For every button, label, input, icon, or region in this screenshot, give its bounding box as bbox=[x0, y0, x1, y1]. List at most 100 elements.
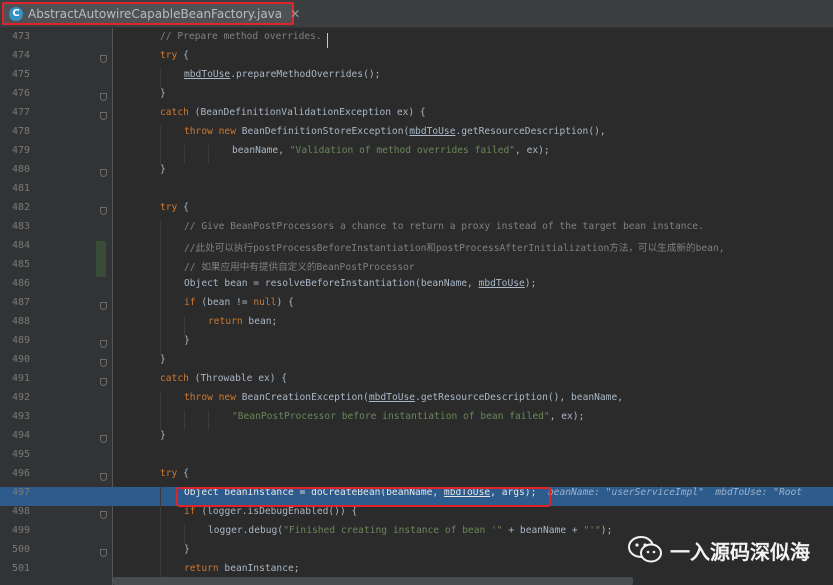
code-text[interactable]: catch (Throwable ex) { bbox=[160, 373, 287, 392]
code-line[interactable]: 480} bbox=[0, 164, 833, 183]
code-text[interactable]: } bbox=[160, 88, 166, 107]
line-number[interactable]: 480 bbox=[0, 164, 30, 183]
file-tab-title: AbstractAutowireCapableBeanFactory.java bbox=[28, 6, 283, 21]
code-text[interactable]: if (logger.isDebugEnabled()) { bbox=[184, 506, 357, 525]
fold-marker-icon[interactable] bbox=[100, 378, 107, 386]
code-line[interactable]: 473 // Prepare method overrides. bbox=[0, 31, 833, 50]
line-number[interactable]: 497 bbox=[0, 487, 30, 506]
line-number[interactable]: 487 bbox=[0, 297, 30, 316]
code-line[interactable]: 494} bbox=[0, 430, 833, 449]
line-number[interactable]: 478 bbox=[0, 126, 30, 145]
code-line[interactable]: 479 beanName, "Validation of method overr… bbox=[0, 145, 833, 164]
code-text[interactable]: throw new BeanCreationException(mbdToUse… bbox=[184, 392, 623, 411]
line-number[interactable]: 479 bbox=[0, 145, 30, 164]
code-text[interactable]: throw new BeanDefinitionStoreException(m… bbox=[184, 126, 606, 145]
line-number[interactable]: 482 bbox=[0, 202, 30, 221]
code-line[interactable]: 484 //此处可以执行postProcessBeforeInstantiatio… bbox=[0, 240, 833, 259]
code-text[interactable]: logger.debug("Finished creating instance… bbox=[208, 525, 612, 544]
line-number[interactable]: 501 bbox=[0, 563, 30, 582]
code-text[interactable]: try { bbox=[160, 202, 189, 221]
line-number[interactable]: 493 bbox=[0, 411, 30, 430]
line-number[interactable]: 486 bbox=[0, 278, 30, 297]
code-line[interactable]: 495 bbox=[0, 449, 833, 468]
line-number[interactable]: 488 bbox=[0, 316, 30, 335]
code-line[interactable]: 492 throw new BeanCreationException(mbdTo… bbox=[0, 392, 833, 411]
fold-marker-icon[interactable] bbox=[100, 55, 107, 63]
code-line[interactable]: 493 "BeanPostProcessor before instantiati… bbox=[0, 411, 833, 430]
file-tab[interactable]: C AbstractAutowireCapableBeanFactory.jav… bbox=[2, 2, 300, 25]
code-line[interactable]: 490} bbox=[0, 354, 833, 373]
code-line[interactable]: 477 catch (BeanDefinitionValidationExcept… bbox=[0, 107, 833, 126]
code-text[interactable]: Object bean = resolveBeforeInstantiation… bbox=[184, 278, 536, 297]
code-line[interactable]: 486 Object bean = resolveBeforeInstantiat… bbox=[0, 278, 833, 297]
line-number[interactable]: 495 bbox=[0, 449, 30, 468]
code-text[interactable]: "BeanPostProcessor before instantiation … bbox=[232, 411, 584, 430]
code-line[interactable]: 483 // Give BeanPostProcessors a chance t… bbox=[0, 221, 833, 240]
code-text[interactable]: } bbox=[184, 544, 190, 563]
line-number[interactable]: 474 bbox=[0, 50, 30, 69]
code-text[interactable]: return bean; bbox=[208, 316, 277, 335]
code-line[interactable]: 487 if (bean != null) { bbox=[0, 297, 833, 316]
fold-marker-icon[interactable] bbox=[100, 511, 107, 519]
line-number[interactable]: 498 bbox=[0, 506, 30, 525]
code-text[interactable]: beanName, "Validation of method override… bbox=[232, 145, 550, 164]
code-text[interactable]: } bbox=[160, 164, 166, 183]
code-text[interactable]: if (bean != null) { bbox=[184, 297, 294, 316]
line-number[interactable]: 496 bbox=[0, 468, 30, 487]
code-text[interactable]: try { bbox=[160, 50, 189, 69]
line-number[interactable]: 481 bbox=[0, 183, 30, 202]
fold-marker-icon[interactable] bbox=[100, 473, 107, 481]
code-line[interactable]: 478 throw new BeanDefinitionStoreExceptio… bbox=[0, 126, 833, 145]
fold-marker-icon[interactable] bbox=[100, 302, 107, 310]
code-text[interactable]: mbdToUse.prepareMethodOverrides(); bbox=[184, 69, 380, 88]
line-number[interactable]: 476 bbox=[0, 88, 30, 107]
code-line[interactable]: 491 catch (Throwable ex) { bbox=[0, 373, 833, 392]
line-number[interactable]: 483 bbox=[0, 221, 30, 240]
code-text[interactable]: catch (BeanDefinitionValidationException… bbox=[160, 107, 426, 126]
line-number[interactable]: 484 bbox=[0, 240, 30, 259]
fold-marker-icon[interactable] bbox=[100, 207, 107, 215]
line-number[interactable]: 489 bbox=[0, 335, 30, 354]
line-number[interactable]: 473 bbox=[0, 31, 30, 50]
fold-marker-icon[interactable] bbox=[100, 169, 107, 177]
code-line[interactable]: 489} bbox=[0, 335, 833, 354]
fold-marker-icon[interactable] bbox=[100, 359, 107, 367]
code-text[interactable]: } bbox=[160, 430, 166, 449]
code-text[interactable]: // 如果应用中有提供自定义的BeanPostProcessor bbox=[184, 259, 415, 278]
code-line[interactable]: 488 return bean; bbox=[0, 316, 833, 335]
indent-guide bbox=[184, 145, 185, 164]
code-token: (bean != bbox=[195, 297, 254, 308]
code-line[interactable]: 481 bbox=[0, 183, 833, 202]
fold-marker-icon[interactable] bbox=[100, 93, 107, 101]
close-icon[interactable]: ✕ bbox=[290, 7, 300, 21]
line-number[interactable]: 490 bbox=[0, 354, 30, 373]
code-text[interactable]: //此处可以执行postProcessBeforeInstantiation和p… bbox=[184, 240, 725, 259]
line-number[interactable]: 477 bbox=[0, 107, 30, 126]
horizontal-scrollbar[interactable] bbox=[113, 577, 633, 585]
fold-marker-icon[interactable] bbox=[100, 435, 107, 443]
line-number[interactable]: 492 bbox=[0, 392, 30, 411]
code-line[interactable]: 476} bbox=[0, 88, 833, 107]
fold-marker-icon[interactable] bbox=[100, 340, 107, 348]
line-number[interactable]: 491 bbox=[0, 373, 30, 392]
line-number[interactable]: 475 bbox=[0, 69, 30, 88]
code-text[interactable]: } bbox=[184, 335, 190, 354]
code-token: beanName, bbox=[232, 145, 290, 156]
code-token: { bbox=[177, 202, 189, 213]
code-line[interactable]: 475 mbdToUse.prepareMethodOverrides(); bbox=[0, 69, 833, 88]
code-line[interactable]: 482 try { bbox=[0, 202, 833, 221]
code-text[interactable]: } bbox=[160, 354, 166, 373]
fold-marker-icon[interactable] bbox=[100, 112, 107, 120]
line-number[interactable]: 485 bbox=[0, 259, 30, 278]
fold-marker-icon[interactable] bbox=[100, 549, 107, 557]
code-text[interactable]: // Prepare method overrides. bbox=[160, 31, 322, 50]
line-number[interactable]: 494 bbox=[0, 430, 30, 449]
code-text[interactable]: // Give BeanPostProcessors a chance to r… bbox=[184, 221, 704, 240]
code-line[interactable]: 496 try { bbox=[0, 468, 833, 487]
code-line[interactable]: 498 if (logger.isDebugEnabled()) { bbox=[0, 506, 833, 525]
code-line[interactable]: 485 // 如果应用中有提供自定义的BeanPostProcessor bbox=[0, 259, 833, 278]
code-line[interactable]: 474 try { bbox=[0, 50, 833, 69]
code-text[interactable]: try { bbox=[160, 468, 189, 487]
line-number[interactable]: 499 bbox=[0, 525, 30, 544]
line-number[interactable]: 500 bbox=[0, 544, 30, 563]
